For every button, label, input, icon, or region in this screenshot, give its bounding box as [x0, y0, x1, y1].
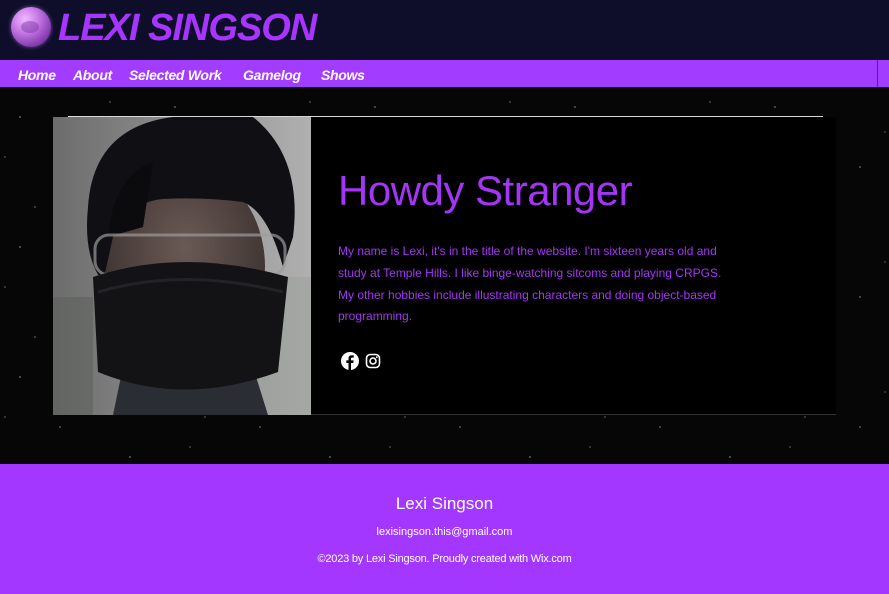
- planet-orb-logo-icon[interactable]: [11, 7, 51, 47]
- wix-link[interactable]: Wix.com: [531, 553, 572, 565]
- nav-item-about[interactable]: About: [73, 66, 112, 84]
- hero-heading: Howdy Stranger: [338, 167, 633, 214]
- profile-photo: [53, 117, 311, 415]
- instagram-icon[interactable]: [363, 351, 383, 371]
- nav-item-home[interactable]: Home: [18, 66, 56, 84]
- hero-bio-text: My name is Lexi, it's in the title of th…: [338, 244, 722, 324]
- nav-item-gamelog[interactable]: Gamelog: [243, 66, 301, 84]
- footer-email-link[interactable]: lexisingson.this@gmail.com: [0, 525, 889, 539]
- footer-name: Lexi Singson: [395, 494, 494, 513]
- nav-divider: [877, 60, 878, 87]
- nav-item-shows[interactable]: Shows: [321, 66, 365, 84]
- facebook-icon[interactable]: [340, 351, 360, 371]
- footer-copyright: ©2023 by Lexi Singson. Proudly created w…: [0, 552, 889, 566]
- site-title[interactable]: LEXI SINGSON: [58, 6, 317, 50]
- nav-item-selected-work[interactable]: Selected Work: [129, 66, 222, 84]
- footer-copyright-text: ©2023 by Lexi Singson. Proudly created w…: [317, 553, 531, 565]
